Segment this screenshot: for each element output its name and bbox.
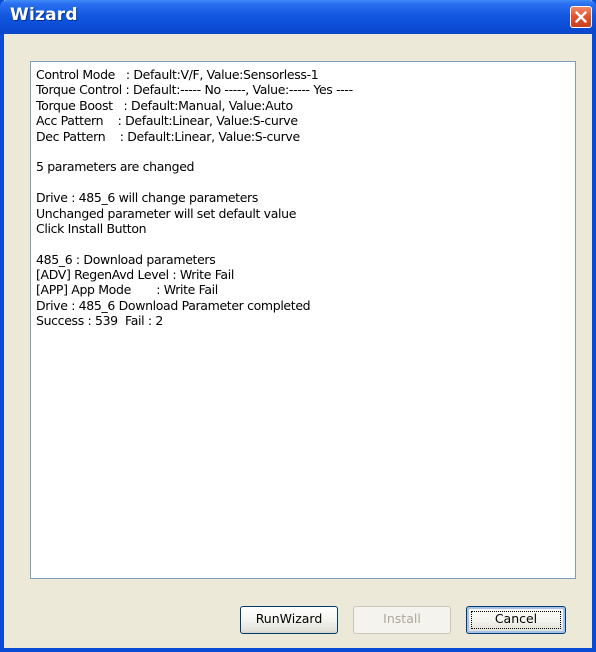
log-line: 5 parameters are changed — [36, 159, 195, 175]
install-button: Install — [353, 606, 451, 634]
cancel-button[interactable]: Cancel — [466, 606, 566, 634]
close-icon — [575, 11, 587, 23]
cancel-button-label: Cancel — [494, 611, 538, 626]
log-line: Unchanged parameter will set default val… — [36, 205, 297, 221]
title-bar[interactable]: Wizard — [0, 0, 596, 34]
log-line: 485_6 : Download parameters — [36, 251, 216, 267]
wizard-window: Wizard Control Mode : Default:V/F, Value… — [0, 0, 596, 652]
log-line: [APP] App Mode : Write Fail — [36, 282, 218, 298]
log-line: Torque Control : Default:----- No -----,… — [36, 82, 353, 98]
log-line: Click Install Button — [36, 220, 147, 236]
window-title: Wizard — [10, 5, 78, 25]
log-line: Drive : 485_6 will change parameters — [36, 190, 259, 206]
log-line: Dec Pattern : Default:Linear, Value:S-cu… — [36, 128, 300, 144]
log-line: Success : 539 Fail : 2 — [36, 313, 163, 329]
log-line: Control Mode : Default:V/F, Value:Sensor… — [36, 67, 319, 82]
log-output[interactable]: Control Mode : Default:V/F, Value:Sensor… — [30, 61, 576, 579]
log-line: Drive : 485_6 Download Parameter complet… — [36, 297, 311, 313]
log-line: Acc Pattern : Default:Linear, Value:S-cu… — [36, 113, 298, 129]
run-wizard-button[interactable]: RunWizard — [240, 606, 338, 634]
close-button[interactable] — [570, 6, 592, 28]
log-line: Torque Boost : Default:Manual, Value:Aut… — [36, 97, 293, 113]
log-line: [ADV] RegenAvd Level : Write Fail — [36, 267, 234, 283]
